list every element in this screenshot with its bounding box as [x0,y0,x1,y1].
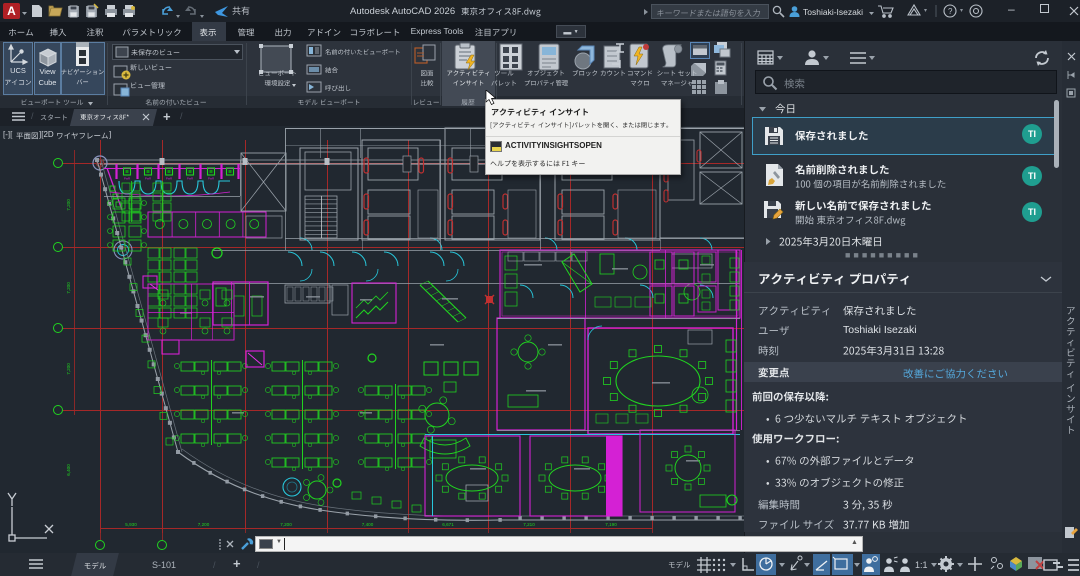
svg-text:6,671: 6,671 [442,522,454,527]
svg-text:7,200: 7,200 [198,522,210,527]
svg-text:PwR: PwR [124,177,131,181]
svg-text:PwR: PwR [166,177,173,181]
svg-text:PwR: PwR [145,177,152,181]
svg-text:5,930: 5,930 [125,522,137,527]
svg-text:7,400: 7,400 [362,522,374,527]
svg-text:1:1: 1:1 [915,560,928,570]
svg-text:6,400: 6,400 [66,464,71,476]
svg-text:7,200: 7,200 [66,363,71,375]
svg-text:7,190: 7,190 [605,522,617,527]
svg-text:7,200: 7,200 [66,282,71,294]
svg-text:7,200: 7,200 [280,522,292,527]
svg-text:7,200: 7,200 [66,199,71,211]
svg-text:PwR: PwR [208,177,215,181]
svg-text:PwR: PwR [187,177,194,181]
svg-text:?: ? [948,7,953,16]
svg-text:7,210: 7,210 [523,522,535,527]
